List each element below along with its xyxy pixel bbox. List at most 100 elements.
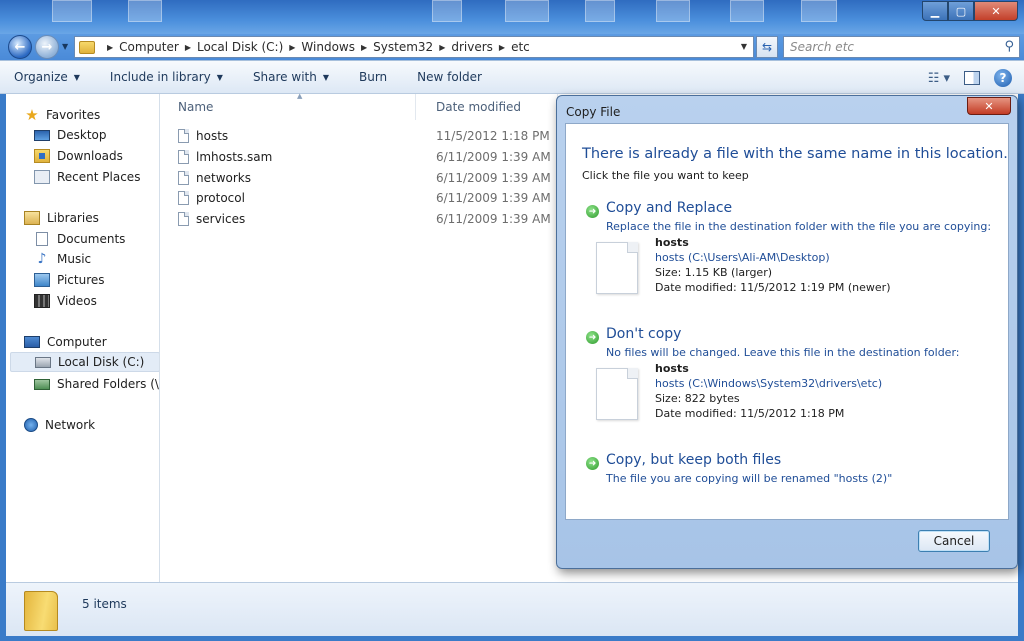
share-with-label: Share with <box>252 70 317 84</box>
option-title: Copy and Replace <box>606 200 733 216</box>
file-name: lmhosts.sam <box>196 150 273 164</box>
file-icon <box>178 191 189 205</box>
close-button[interactable]: ✕ <box>974 1 1018 21</box>
network-drive-icon <box>34 378 50 390</box>
music-note-icon: ♪ <box>37 251 47 267</box>
back-button[interactable]: ← <box>8 35 32 59</box>
nav-favorites[interactable]: ★ Favorites <box>24 105 100 125</box>
desktop-thumbnail <box>432 0 462 22</box>
arrow-right-icon: → <box>41 39 53 55</box>
nav-label: Computer <box>47 335 107 349</box>
preview-pane-icon[interactable] <box>964 71 980 85</box>
nav-pictures[interactable]: Pictures <box>34 270 105 290</box>
document-icon <box>596 242 638 294</box>
nav-libraries[interactable]: Libraries <box>24 208 99 228</box>
include-in-library-button[interactable]: Include in library ▼ <box>110 70 223 84</box>
chevron-down-icon: ▼ <box>216 72 223 82</box>
nav-label: Recent Places <box>57 170 141 184</box>
nav-label: Videos <box>57 294 97 308</box>
documents-icon <box>36 232 48 246</box>
desktop-thumbnail <box>52 0 92 22</box>
window-title-bar: ▁ ▢ ✕ <box>0 0 1024 34</box>
green-arrow-icon: ➜ <box>586 331 599 344</box>
share-with-button[interactable]: Share with ▼ <box>253 70 329 84</box>
column-date-label: Date modified <box>436 100 522 114</box>
file-path: hosts (C:\Windows\System32\drivers\etc) <box>655 377 883 390</box>
breadcrumb-windows[interactable]: Windows <box>301 40 355 54</box>
nav-music[interactable]: ♪ Music <box>34 249 92 269</box>
file-row[interactable]: hosts <box>178 126 228 146</box>
option-description: The file you are copying will be renamed… <box>606 472 893 485</box>
breadcrumb-drivers[interactable]: drivers <box>451 40 493 54</box>
star-icon: ★ <box>25 106 39 124</box>
nav-desktop[interactable]: Desktop <box>34 125 107 145</box>
burn-button[interactable]: Burn <box>359 70 387 84</box>
desktop-thumbnail <box>585 0 615 22</box>
option-title: Copy, but keep both files <box>606 452 782 468</box>
breadcrumb-local-disk[interactable]: Local Disk (C:) <box>197 40 283 54</box>
nav-label: Pictures <box>57 273 105 287</box>
folder-icon <box>79 40 95 54</box>
nav-downloads[interactable]: Downloads <box>34 146 123 166</box>
chevron-down-icon[interactable]: ▼ <box>741 42 747 51</box>
address-row: ← → ▼ ▶ Computer ▶ Local Disk (C:) ▶ Win… <box>0 34 1024 60</box>
nav-network[interactable]: Network <box>24 415 95 435</box>
pictures-icon <box>34 273 50 287</box>
network-globe-icon <box>24 418 38 432</box>
breadcrumb-separator-icon[interactable]: ▶ <box>185 43 191 52</box>
copy-file-dialog: Copy File ✕ There is already a file with… <box>556 95 1018 569</box>
breadcrumb-separator-icon: ▶ <box>107 42 114 52</box>
dialog-subheading: Click the file you want to keep <box>582 169 749 182</box>
file-row[interactable]: lmhosts.sam <box>178 147 272 167</box>
nav-local-disk[interactable]: Local Disk (C:) <box>10 352 159 372</box>
navigation-pane[interactable]: ★ Favorites Desktop Downloads Recent Plac… <box>6 94 160 582</box>
nav-label: Documents <box>57 232 126 246</box>
dialog-close-button[interactable]: ✕ <box>967 97 1011 115</box>
help-icon[interactable]: ? <box>994 69 1012 87</box>
recent-pages-dropdown[interactable]: ▼ <box>62 42 68 51</box>
option-description: No files will be changed. Leave this fil… <box>606 346 960 359</box>
folder-icon <box>24 591 58 631</box>
breadcrumb-computer[interactable]: Computer <box>119 40 179 54</box>
maximize-button[interactable]: ▢ <box>948 1 974 21</box>
hard-drive-icon <box>35 356 51 368</box>
window-controls: ▁ ▢ ✕ <box>922 1 1018 21</box>
column-header-date-modified[interactable]: Date modified <box>418 94 558 120</box>
new-folder-button[interactable]: New folder <box>417 70 482 84</box>
refresh-button[interactable]: ⇆ <box>756 36 778 58</box>
file-icon <box>178 171 189 185</box>
film-icon <box>34 294 50 308</box>
breadcrumb-separator-icon[interactable]: ▶ <box>439 43 445 52</box>
chevron-down-icon: ▼ <box>62 42 69 51</box>
file-path: hosts (C:\Users\Ali-AM\Desktop) <box>655 251 830 264</box>
search-input[interactable]: Search etc ⚲ <box>783 36 1020 58</box>
file-row[interactable]: networks <box>178 168 251 188</box>
file-row[interactable]: protocol <box>178 188 245 208</box>
dialog-heading: There is already a file with the same na… <box>582 146 1008 162</box>
nav-computer[interactable]: Computer <box>24 332 107 352</box>
breadcrumb-separator-icon[interactable]: ▶ <box>361 43 367 52</box>
organize-button[interactable]: Organize ▼ <box>14 70 80 84</box>
breadcrumb-system32[interactable]: System32 <box>373 40 433 54</box>
file-date: 6/11/2009 1:39 AM <box>436 150 551 164</box>
nav-documents[interactable]: Documents <box>34 229 125 249</box>
view-controls: ☷ ▾ ? <box>928 69 1012 87</box>
cancel-button[interactable]: Cancel <box>918 530 990 552</box>
breadcrumb-etc[interactable]: etc <box>511 40 530 54</box>
file-size: Size: 822 bytes <box>655 392 740 405</box>
minimize-button[interactable]: ▁ <box>922 1 948 21</box>
sort-ascending-icon: ▲ <box>297 92 303 100</box>
details-pane: 5 items <box>6 582 1018 636</box>
forward-button[interactable]: → <box>35 35 59 59</box>
breadcrumb-separator-icon[interactable]: ▶ <box>499 43 505 52</box>
search-icon[interactable]: ⚲ <box>1004 39 1014 54</box>
breadcrumb-separator-icon[interactable]: ▶ <box>289 43 295 52</box>
change-view-icon[interactable]: ☷ ▾ <box>928 71 950 86</box>
address-bar[interactable]: ▶ Computer ▶ Local Disk (C:) ▶ Windows ▶… <box>74 36 754 58</box>
nav-recent-places[interactable]: Recent Places <box>34 167 140 187</box>
nav-shared-folders[interactable]: Shared Folders (\\vn <box>34 374 159 394</box>
column-header-name[interactable]: Name ▲ <box>160 92 416 120</box>
nav-videos[interactable]: Videos <box>34 291 97 311</box>
file-row[interactable]: services <box>178 209 245 229</box>
desktop-thumbnail <box>505 0 549 22</box>
